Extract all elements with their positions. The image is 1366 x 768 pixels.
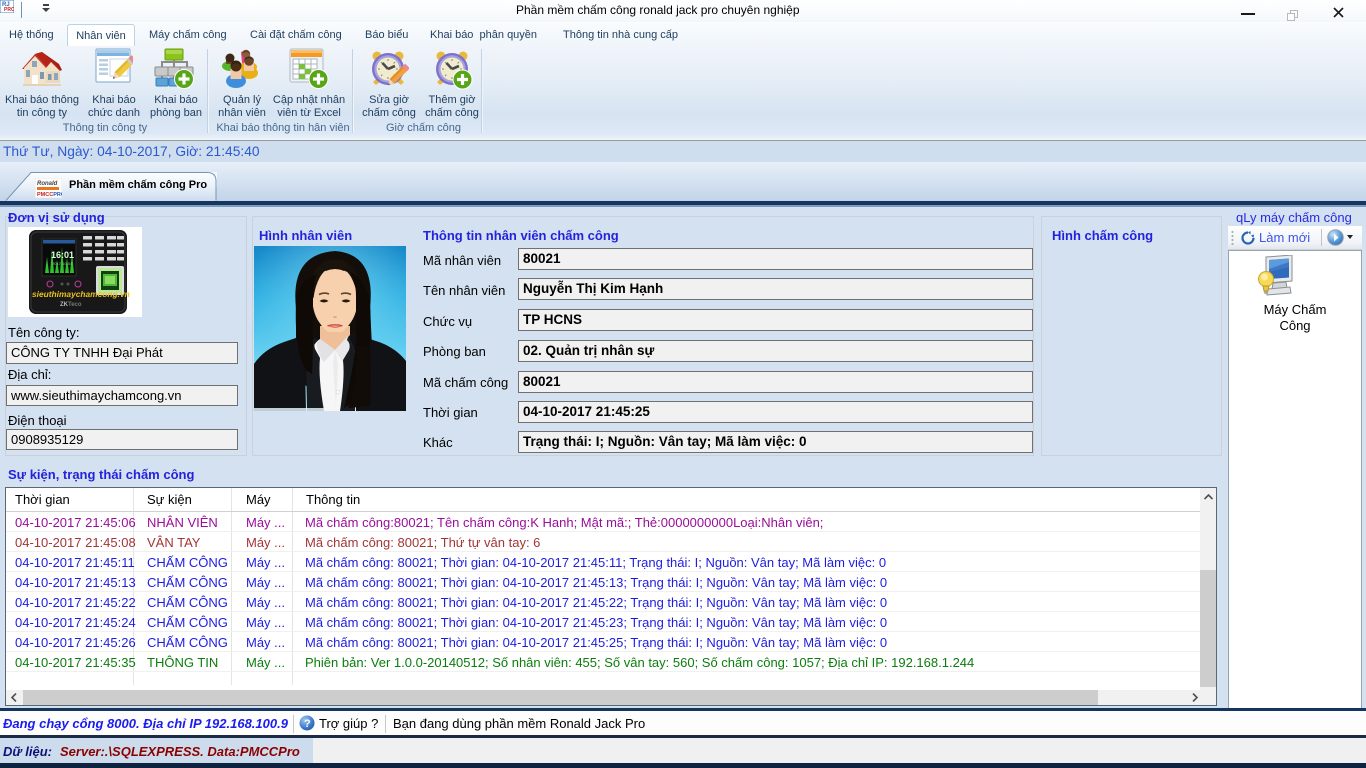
svg-text:16:01: 16:01 [51, 250, 74, 260]
svg-text:PMCCPRO: PMCCPRO [37, 192, 62, 198]
svg-text:sieuthimaychamcong.vn: sieuthimaychamcong.vn [32, 289, 130, 299]
svg-text:ZKTeco: ZKTeco [60, 302, 82, 308]
svg-text:PRO: PRO [4, 7, 14, 13]
svg-text:?: ? [304, 718, 311, 730]
svg-text:Ronald: Ronald [37, 181, 58, 187]
svg-text:2017-10-04: 2017-10-04 [52, 261, 73, 266]
